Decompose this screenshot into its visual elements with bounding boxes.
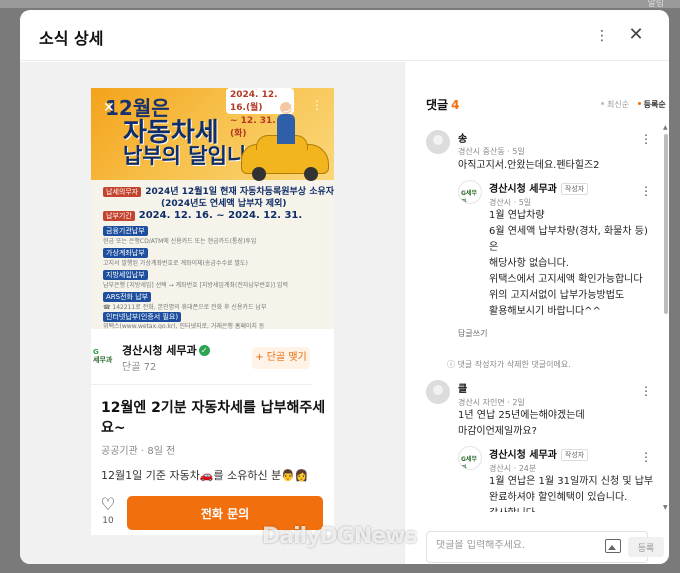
image-attach-icon[interactable]	[605, 539, 621, 553]
comment-meta: 경산시 중산동 · 5일	[458, 147, 525, 156]
verified-icon: ✓	[198, 345, 210, 356]
author-badge: 작성자	[560, 183, 589, 195]
submit-comment-button[interactable]: 등록	[628, 537, 664, 557]
news-detail-modal: 소식 상세 ⋮ ✕ 12월은 자동차세 납부의 달입니다 2024. 12. 1…	[20, 10, 669, 564]
org-avatar[interactable]: G세무과	[458, 180, 482, 204]
comment-author[interactable]: 경산시청 세무과 작성자	[489, 180, 589, 195]
org-followers: 단골 72	[122, 362, 157, 373]
org-logo[interactable]: G 세무과	[93, 348, 117, 364]
comment-more-icon[interactable]: ⋮	[640, 384, 652, 398]
watermark: DailyDGNews	[262, 524, 418, 549]
comment-meta: 경산시 · 5일	[489, 198, 532, 207]
comment-input-area: 등록	[405, 514, 669, 564]
poster-body: 납세의무자 2024년 12월1일 현재 자동차등록원부상 소유자 (2024년도…	[91, 180, 334, 329]
post-meta: 공공기관 · 8일 전	[101, 446, 176, 457]
more-options-icon[interactable]: ⋮	[594, 27, 610, 45]
modal-title: 소식 상세	[39, 29, 104, 48]
avatar[interactable]	[426, 130, 450, 154]
image-more-icon[interactable]: ⋮	[311, 98, 323, 112]
comment-meta: 경산시 자인면 · 2일	[458, 398, 525, 407]
comment-meta: 경산시 · 24분	[489, 464, 537, 473]
post-body: 12월1일 기준 자동차🚗를 소유하신 분👨👩	[101, 469, 309, 482]
comments-heading: 댓글 4	[426, 98, 460, 112]
subject-note: (2024년도 연세액 납부자 제외)	[161, 199, 287, 209]
comments-pane: 댓글 4 최신순 등록순 송 경산시 중산동 · 5일 아직고지서.안왔는데요.펜…	[404, 62, 669, 564]
method-tag: ARS전화 납부	[103, 292, 152, 302]
method-note: 고지서 발행된 가상계좌번호로 계좌이체(송금수수료 별도)	[103, 260, 248, 267]
method-tag: 지방세입납부	[103, 270, 148, 280]
comment-text: 1년 연납 25년에는해야겠는데 마감이언제일까요?	[458, 410, 585, 437]
scroll-up-arrow[interactable]: ▲	[663, 124, 668, 131]
share-icon[interactable]: ⤴	[283, 98, 295, 115]
follow-button[interactable]: + 단골 맺기	[252, 347, 310, 369]
org-avatar[interactable]: G세무과	[458, 446, 482, 470]
post-title: 12월엔 2기분 자동차세를 납부해주세요~	[101, 400, 326, 436]
background-nav-label: 알림	[647, 0, 664, 9]
comment-input[interactable]	[436, 540, 576, 551]
reply-link[interactable]: 답글쓰기	[458, 328, 487, 339]
comment-text: 1월 연납은 1월 31일까지 신청 및 납부 완료하셔야 할인혜택이 있습니다…	[489, 476, 654, 512]
heart-icon[interactable]: ♡	[98, 496, 118, 514]
sort-options: 최신순 등록순	[595, 99, 666, 110]
comment-text: 아직고지서.안왔는데요.펜타힐즈2	[458, 160, 600, 171]
comment-more-icon[interactable]: ⋮	[640, 132, 652, 146]
organization-row: G 세무과 경산시청 세무과 ✓ 단골 72 + 단골 맺기	[91, 340, 334, 378]
org-name[interactable]: 경산시청 세무과 ✓	[122, 342, 210, 358]
post-pane: 12월은 자동차세 납부의 달입니다 2024. 12. 16.(월) ~ 12…	[20, 62, 404, 564]
like-count: 10	[102, 516, 114, 526]
avatar[interactable]	[426, 380, 450, 404]
subject-tag: 납세의무자	[103, 187, 142, 197]
author-badge: 작성자	[560, 449, 589, 461]
comment-more-icon[interactable]: ⋮	[640, 184, 652, 198]
comment-author[interactable]: 클	[458, 380, 467, 395]
method-note: ☎ 142211로 전화, 본인명의 휴대폰으로 전화 후 신용카드 납부	[103, 304, 267, 311]
image-close-icon[interactable]: ✕	[103, 100, 115, 116]
method-note: 위택스(www.wetax.go.kr), 인터넷지로, 거래은행 홈페이지 등	[103, 323, 265, 329]
comment-input-box[interactable]: 등록	[426, 531, 664, 563]
post-image: 12월은 자동차세 납부의 달입니다 2024. 12. 16.(월) ~ 12…	[91, 88, 334, 329]
modal-header: 소식 상세 ⋮ ✕	[20, 10, 669, 61]
sort-latest[interactable]: 최신순	[607, 100, 629, 109]
close-icon[interactable]: ✕	[626, 25, 646, 45]
comment-text: 1월 연납차량 6월 연세액 납부차량(경차, 화물차 등) 은 해당사항 없습…	[489, 210, 648, 317]
deleted-comment-notice: ⓘ 댓글 작성자가 삭제한 댓글이에요.	[447, 360, 571, 369]
background-top-strip: 알림	[0, 0, 680, 9]
wheel-icon	[304, 167, 318, 181]
method-tag: 가상계좌납부	[103, 248, 148, 258]
scrollbar-thumb[interactable]	[664, 134, 668, 314]
method-tag: 금융기관납부	[103, 226, 148, 236]
scroll-down-arrow[interactable]: ▼	[663, 504, 668, 511]
comment-list[interactable]: 송 경산시 중산동 · 5일 아직고지서.안왔는데요.펜타힐즈2 ⋮ G세무과 …	[405, 122, 669, 512]
method-note: 납부은행 [지방세입] 선택 → 계좌번호 [지방세입계좌(전자납부번호)] 입…	[103, 282, 289, 289]
comments-count: 4	[451, 98, 460, 112]
period-tag: 납부기간	[103, 211, 135, 221]
divider	[91, 384, 312, 385]
method-note: 현금 또는 은행CD/ATM에 신용카드 또는 현금카드(통장)투입	[103, 238, 257, 245]
wheel-icon	[252, 167, 266, 181]
comment-more-icon[interactable]: ⋮	[640, 450, 652, 464]
post-card: 12월은 자동차세 납부의 달입니다 2024. 12. 16.(월) ~ 12…	[91, 88, 334, 535]
comment-author[interactable]: 경산시청 세무과 작성자	[489, 446, 589, 461]
sort-registered[interactable]: 등록순	[644, 100, 666, 109]
comment-author[interactable]: 송	[458, 130, 467, 145]
period-text: 2024. 12. 16. ~ 2024. 12. 31.	[138, 210, 303, 221]
